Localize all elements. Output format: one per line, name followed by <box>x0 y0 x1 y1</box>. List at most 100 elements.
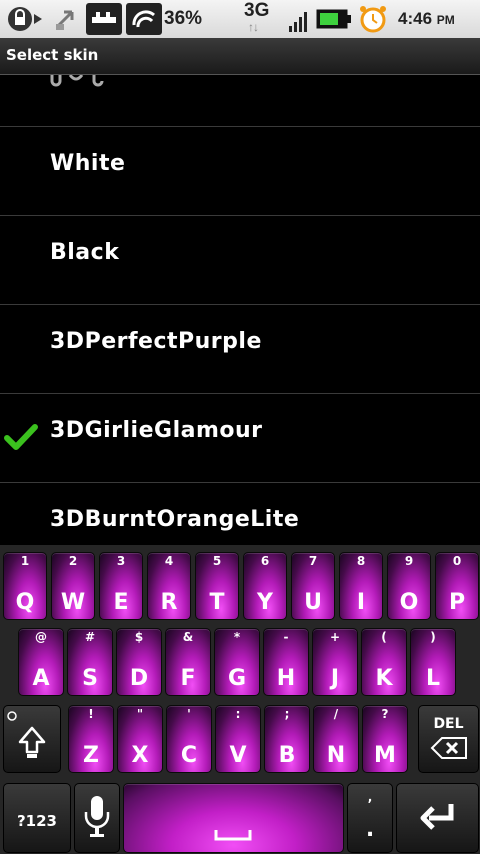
lock-voicemail-icon <box>8 7 42 31</box>
key-label: Z <box>83 743 99 768</box>
key-m[interactable]: ? M <box>362 705 408 773</box>
key-label: W <box>60 590 86 615</box>
skin-item-3dperfectpurple[interactable]: 3DPerfectPurple <box>0 304 480 394</box>
backspace-icon <box>430 737 467 759</box>
key-label: C <box>180 743 198 768</box>
checkmark-icon <box>4 424 38 450</box>
key-sub-label: ( <box>381 630 387 644</box>
key-label: V <box>229 743 247 768</box>
key-l[interactable]: ) L <box>410 628 456 696</box>
key-label: Q <box>15 590 35 615</box>
key-i[interactable]: 8I <box>339 552 383 620</box>
key-u[interactable]: 7U <box>291 552 335 620</box>
skin-item-3dgirlieglamour[interactable]: 3DGirlieGlamour <box>0 393 480 483</box>
key-s[interactable]: # S <box>67 628 113 696</box>
key-sub-label: 6 <box>260 554 270 568</box>
key-d[interactable]: $ D <box>116 628 162 696</box>
space-key[interactable] <box>123 783 344 853</box>
data-activity-icon: ↑↓ <box>248 20 259 34</box>
key-sub-label: * <box>233 630 241 644</box>
delete-label: DEL <box>433 716 464 732</box>
key-label: P <box>448 590 466 615</box>
key-label: D <box>129 666 149 691</box>
key-y[interactable]: 6Y <box>243 552 287 620</box>
battery-icon <box>316 9 351 29</box>
key-g[interactable]: * G <box>214 628 260 696</box>
key-c[interactable]: ' C <box>166 705 212 773</box>
key-w[interactable]: 2W <box>51 552 95 620</box>
key-sub-label: ) <box>430 630 436 644</box>
key-label: I <box>356 590 366 615</box>
clock-ampm: PM <box>436 13 455 27</box>
period-key[interactable]: , . <box>347 783 393 853</box>
skin-list[interactable]: White Black 3DPerfectPurple 3DGirlieGlam… <box>0 75 480 545</box>
key-label: S <box>82 666 98 691</box>
key-v[interactable]: :V <box>215 705 261 773</box>
key-label: J <box>330 666 340 691</box>
skin-item-white[interactable]: White <box>0 126 480 216</box>
key-label: F <box>180 666 196 691</box>
status-bar: 36% 3G ↑↓ 4:46 PM <box>0 0 480 38</box>
period-label: . <box>365 817 375 842</box>
symbols-key[interactable]: ?123 <box>3 783 71 853</box>
sync-icon <box>126 3 162 35</box>
skin-item-black[interactable]: Black <box>0 215 480 305</box>
key-sub-label: : <box>235 707 241 721</box>
key-sub-label: 5 <box>212 554 222 568</box>
key-sub-label: - <box>283 630 289 644</box>
key-label: K <box>375 666 393 691</box>
key-sub-label: 4 <box>164 554 174 568</box>
key-sub-label: # <box>84 630 96 644</box>
missed-call-icon <box>56 10 74 30</box>
enter-key[interactable] <box>396 783 479 853</box>
key-sub-label: ' <box>187 707 191 721</box>
battery-percent-text: 36% <box>164 8 203 29</box>
key-sub-label: $ <box>134 630 144 644</box>
key-h[interactable]: -H <box>263 628 309 696</box>
key-z[interactable]: ! Z <box>68 705 114 773</box>
key-label: B <box>278 743 296 768</box>
key-e[interactable]: 3E <box>99 552 143 620</box>
key-n[interactable]: / N <box>313 705 359 773</box>
key-j[interactable]: + J <box>312 628 358 696</box>
symbols-label: ?123 <box>16 812 57 830</box>
key-label: R <box>160 590 178 615</box>
space-icon <box>214 830 252 841</box>
key-p[interactable]: 0P <box>435 552 479 620</box>
comma-label: , <box>367 790 373 804</box>
key-label: U <box>304 590 322 615</box>
key-label: E <box>113 590 129 615</box>
key-a[interactable]: @ A <box>18 628 64 696</box>
key-x[interactable]: " X <box>117 705 163 773</box>
list-item-partial[interactable] <box>0 75 480 127</box>
key-b[interactable]: ; B <box>264 705 310 773</box>
microphone-icon <box>84 796 110 837</box>
key-t[interactable]: 5T <box>195 552 239 620</box>
key-label: G <box>227 666 247 691</box>
key-o[interactable]: 9O <box>387 552 431 620</box>
skin-label: 3DPerfectPurple <box>50 329 262 354</box>
key-label: H <box>276 666 296 691</box>
key-q[interactable]: 1Q <box>3 552 47 620</box>
skin-item-3dburntorangelite[interactable]: 3DBurntOrangeLite <box>0 482 480 545</box>
microphone-key[interactable] <box>74 783 120 853</box>
key-f[interactable]: & F <box>165 628 211 696</box>
key-label: X <box>131 743 149 768</box>
skin-label: White <box>50 151 126 176</box>
dialog-title: Select skin <box>6 46 99 64</box>
key-label: Y <box>257 590 273 615</box>
key-r[interactable]: 4R <box>147 552 191 620</box>
shift-key[interactable] <box>3 705 61 773</box>
key-k[interactable]: (K <box>361 628 407 696</box>
skin-label: 3DBurntOrangeLite <box>50 507 300 532</box>
network-type-text: 3G <box>244 0 270 21</box>
key-sub-label: 0 <box>452 554 462 568</box>
key-sub-label: ! <box>88 707 94 721</box>
delete-key[interactable]: DEL <box>418 705 479 773</box>
key-label: N <box>326 743 346 768</box>
skin-label: Black <box>50 240 120 265</box>
clock-time-value: 4:46 <box>398 9 433 28</box>
dialog-title-bar: Select skin <box>0 38 480 75</box>
key-sub-label: ? <box>381 707 389 721</box>
enter-icon <box>420 804 454 830</box>
